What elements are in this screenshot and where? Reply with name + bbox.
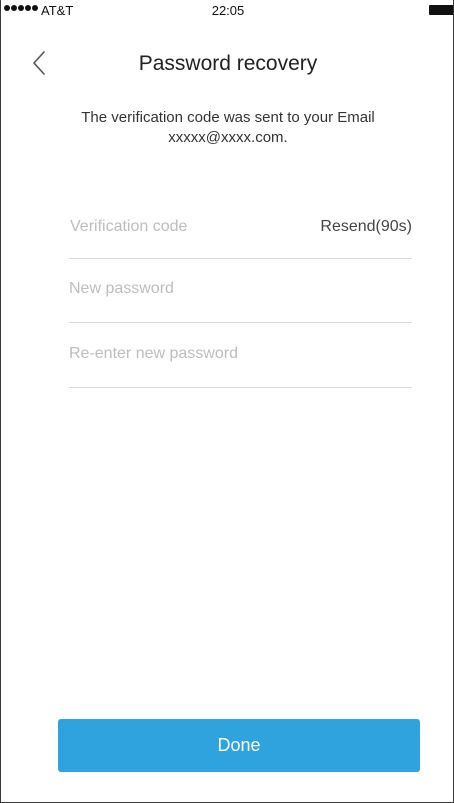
status-time: 22:05 [211, 3, 245, 18]
done-button[interactable]: Done [58, 719, 420, 772]
resend-button[interactable]: Resend(90s) [320, 218, 412, 236]
battery-icon [429, 5, 453, 15]
verification-info-text: The verification code was sent to your E… [81, 109, 375, 146]
verification-code-field: Resend(90s) [69, 210, 412, 259]
new-password-field [69, 273, 412, 323]
new-password-input[interactable] [69, 273, 299, 305]
confirm-password-input[interactable] [69, 338, 299, 370]
status-bar: AT&T 22:05 [1, 0, 453, 22]
screen: AT&T 22:05 Password recovery The verific… [0, 0, 454, 803]
confirm-password-field [69, 338, 412, 388]
verification-code-input[interactable] [70, 212, 300, 242]
page-title: Password recovery [138, 52, 318, 75]
